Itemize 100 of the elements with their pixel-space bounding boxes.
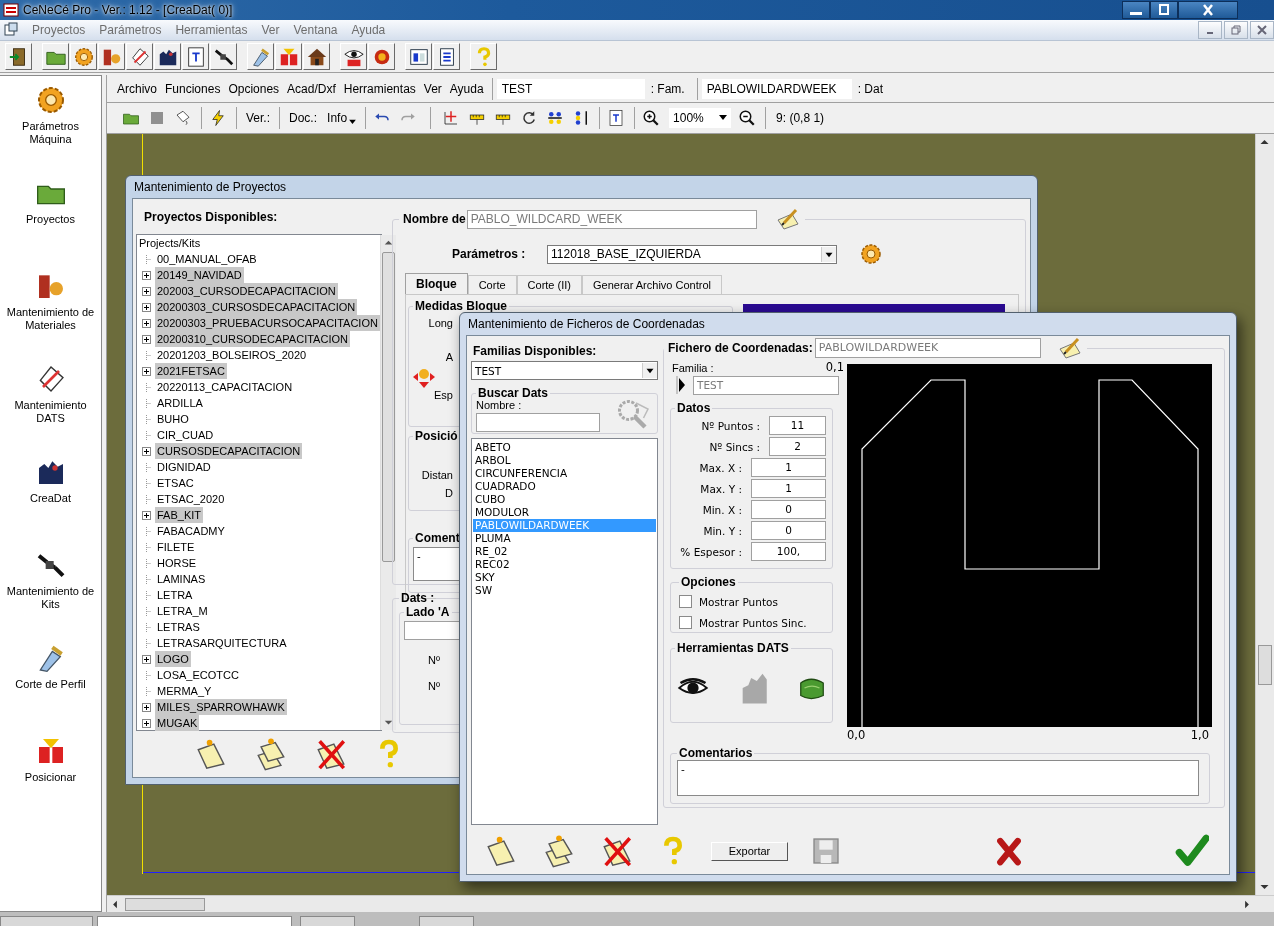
toolbar-button[interactable]: [433, 43, 460, 70]
version-button[interactable]: Ver.:: [241, 107, 276, 129]
sidebar-item[interactable]: Corte de Perfil: [2, 678, 99, 691]
list-item[interactable]: ARBOL: [473, 454, 656, 467]
list-item[interactable]: MODULOR: [473, 506, 656, 519]
tree-item[interactable]: ETSAC_2020: [155, 491, 227, 507]
menu-item[interactable]: Herramientas: [339, 81, 420, 96]
checkbox[interactable]: [679, 616, 692, 629]
expand-icon[interactable]: [142, 366, 151, 376]
tab[interactable]: Generar Archivo Control: [582, 275, 722, 294]
menu-item[interactable]: Funciones: [161, 81, 225, 96]
tree-root[interactable]: Projects/Kits: [138, 237, 201, 249]
expand-icon[interactable]: [142, 718, 151, 728]
menu-item[interactable]: Ver: [419, 81, 446, 96]
document-button[interactable]: Doc.:: [284, 107, 323, 129]
toolbar-button[interactable]: [182, 43, 209, 70]
value-field[interactable]: 1: [751, 458, 826, 477]
list-item[interactable]: PLUMA: [473, 532, 656, 545]
toolbar-button[interactable]: [154, 43, 181, 70]
expand-icon[interactable]: [142, 510, 151, 520]
tree-item[interactable]: ETSAC: [155, 475, 196, 491]
tree-item[interactable]: MUGAK: [155, 715, 200, 731]
tree-item[interactable]: CURSOSDECAPACITACION: [155, 443, 303, 459]
list-item[interactable]: SW: [473, 584, 656, 597]
checkbox[interactable]: [679, 595, 692, 608]
tab[interactable]: Corte: [467, 275, 517, 294]
tab[interactable]: Bloque: [405, 273, 468, 294]
sidebar-item[interactable]: Mantenimiento DATS: [2, 399, 99, 425]
tree-item[interactable]: 20200303_PRUEBACURSOCAPACITACION: [155, 315, 380, 331]
sidebar-item[interactable]: Parámetros Máquina: [2, 120, 99, 146]
tree-item[interactable]: DIGNIDAD: [155, 459, 213, 475]
list-item[interactable]: CUADRADO: [473, 480, 656, 493]
restore-button[interactable]: [1224, 21, 1248, 39]
tree-item[interactable]: 2021FETSAC: [155, 363, 227, 379]
scrollbar[interactable]: [107, 895, 1274, 912]
tree-item[interactable]: 20201203_BOLSEIROS_2020: [155, 347, 309, 363]
toolbar-button[interactable]: [405, 43, 432, 70]
expand-icon[interactable]: [142, 286, 151, 296]
comment-field[interactable]: -: [677, 760, 1199, 796]
minimize-button[interactable]: [1122, 1, 1150, 19]
tab[interactable]: Corte (II): [516, 275, 582, 294]
tree-item[interactable]: 20200310_CURSODECAPACITACION: [155, 331, 350, 347]
value-field[interactable]: 0: [751, 500, 826, 519]
list-item[interactable]: RE_02: [473, 545, 656, 558]
expand-icon[interactable]: [142, 654, 151, 664]
save-button[interactable]: [810, 835, 842, 867]
family-field[interactable]: TEST: [496, 78, 645, 99]
tree-item[interactable]: LETRA: [155, 587, 195, 603]
value-field[interactable]: 100,: [751, 542, 826, 561]
menu-item[interactable]: Opciones: [224, 81, 284, 96]
tree-item[interactable]: FILETE: [155, 539, 197, 555]
tree-item[interactable]: ARDILLA: [155, 395, 205, 411]
expand-icon[interactable]: [142, 702, 151, 712]
scroll-thumb[interactable]: [1258, 644, 1272, 685]
tree-item[interactable]: 20220113_CAPACITACION: [155, 379, 295, 395]
toolbar-button[interactable]: [303, 43, 330, 70]
expand-icon[interactable]: [142, 270, 151, 280]
gear-icon[interactable]: [859, 242, 883, 266]
sidebar-item[interactable]: Proyectos: [2, 213, 99, 226]
tree-item[interactable]: 20149_NAVIDAD: [155, 267, 244, 283]
scroll-thumb[interactable]: [381, 252, 395, 562]
value-field[interactable]: 11: [769, 416, 826, 435]
tree-item[interactable]: LETRASARQUITECTURA: [155, 635, 289, 651]
sidebar-item[interactable]: Mantenimiento de Materiales: [2, 306, 99, 332]
scrollbar[interactable]: [1255, 134, 1274, 895]
toolbar-button[interactable]: [340, 43, 367, 70]
name-field[interactable]: PABLO_WILDCARD_WEEK: [466, 209, 757, 229]
export-button[interactable]: Exportar: [711, 841, 788, 861]
tree-item[interactable]: 00_MANUAL_OFAB: [155, 251, 259, 267]
dat-field[interactable]: PABLOWILDARDWEEK: [701, 78, 852, 99]
value-field[interactable]: 1: [751, 479, 826, 498]
tree-item[interactable]: BUHO: [155, 411, 191, 427]
menu-item[interactable]: Ayuda: [445, 81, 488, 96]
expand-icon[interactable]: [142, 446, 151, 456]
expand-icon[interactable]: [142, 318, 151, 328]
search-field[interactable]: [476, 412, 600, 432]
tree-item[interactable]: HORSE: [155, 555, 199, 571]
sidebar-item[interactable]: Mantenimiento de Kits: [2, 585, 99, 611]
scroll-thumb[interactable]: [125, 897, 205, 911]
sidebar-item[interactable]: Posicionar: [2, 771, 99, 784]
toolbar-button[interactable]: [210, 43, 237, 70]
menu-item[interactable]: Archivo: [113, 81, 161, 96]
value-field[interactable]: 2: [769, 437, 826, 456]
tree-item[interactable]: LETRA_M: [155, 603, 210, 619]
expand-icon[interactable]: [142, 302, 151, 312]
tree-item[interactable]: MERMA_Y: [155, 683, 214, 699]
family-field[interactable]: TEST: [693, 375, 839, 395]
expand-icon[interactable]: [142, 334, 151, 344]
tree-item[interactable]: LOGO: [155, 651, 191, 667]
toolbar-button[interactable]: [5, 43, 32, 70]
accept-button[interactable]: [1175, 834, 1209, 868]
info-button[interactable]: Info: [322, 107, 362, 129]
tree-item[interactable]: 20200303_CURSOSDECAPACITACION: [155, 299, 358, 315]
toolbar-button[interactable]: [98, 43, 125, 70]
tree-item[interactable]: LOSA_ECOTCC: [155, 667, 241, 683]
menu-item[interactable]: Acad/Dxf: [283, 81, 340, 96]
scrollbar[interactable]: [379, 235, 396, 730]
tree-item[interactable]: MILES_SPARROWHAWK: [155, 699, 287, 715]
tree-item[interactable]: CIR_CUAD: [155, 427, 216, 443]
list-item[interactable]: CIRCUNFERENCIA: [473, 467, 656, 480]
